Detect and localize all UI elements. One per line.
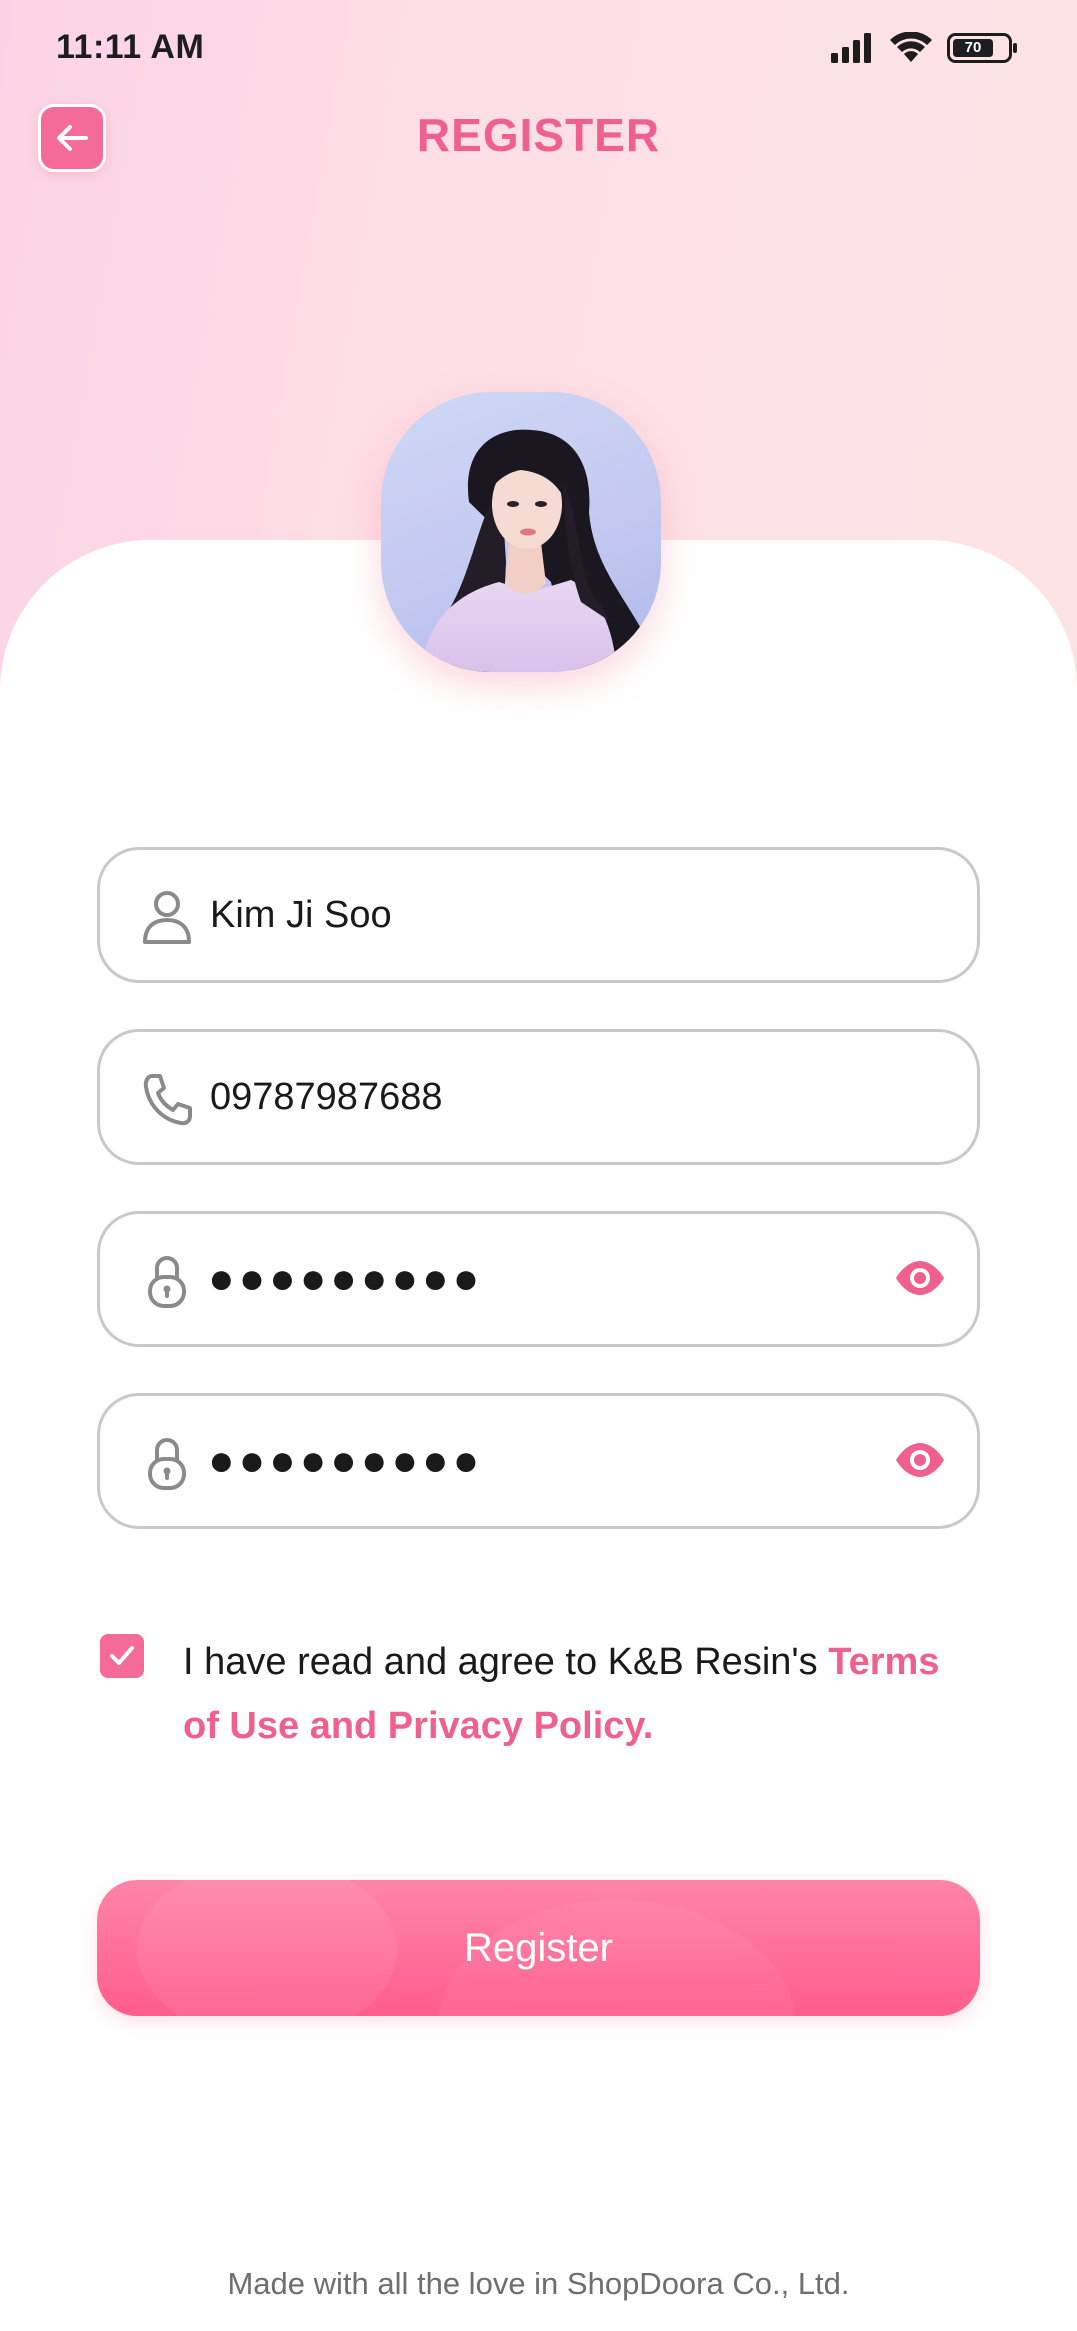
- page-title: REGISTER: [416, 109, 661, 161]
- agreement-text: I have read and agree to K&B Resin's Ter…: [183, 1630, 983, 1758]
- lock-icon: [148, 1256, 186, 1308]
- footer-text: Made with all the love in ShopDoora Co.,…: [227, 2266, 850, 2301]
- register-button[interactable]: Register: [97, 1880, 980, 2016]
- eye-icon[interactable]: [893, 1440, 947, 1480]
- confirm-password-input[interactable]: ●●●●●●●●●: [208, 1396, 483, 1526]
- confirm-password-field[interactable]: ●●●●●●●●●: [97, 1393, 980, 1529]
- agreement-label: I have read and agree to K&B Resin's: [183, 1641, 829, 1683]
- signal-icon: [831, 33, 871, 63]
- password-input[interactable]: ●●●●●●●●●: [208, 1214, 483, 1344]
- phone-input[interactable]: 09787987688: [210, 1032, 442, 1162]
- user-icon: [143, 891, 191, 944]
- status-bar: 11:11 AM 70: [0, 0, 1077, 96]
- name-field[interactable]: Kim Ji Soo: [97, 847, 980, 983]
- password-field[interactable]: ●●●●●●●●●: [97, 1211, 980, 1347]
- battery-level: 70: [964, 39, 982, 56]
- eye-icon[interactable]: [893, 1258, 947, 1298]
- phone-icon: [143, 1074, 192, 1126]
- agreement-checkbox[interactable]: [100, 1634, 144, 1678]
- avatar[interactable]: [381, 392, 661, 672]
- phone-field[interactable]: 09787987688: [97, 1029, 980, 1165]
- lock-icon: [148, 1438, 186, 1490]
- name-input[interactable]: Kim Ji Soo: [210, 850, 392, 980]
- wifi-icon: [890, 32, 932, 62]
- status-time: 11:11 AM: [56, 28, 205, 66]
- status-icons: 70: [831, 28, 1019, 68]
- avatar-photo: [421, 429, 643, 672]
- register-button-label: Register: [464, 1926, 613, 1970]
- checkmark-icon: [110, 1646, 134, 1665]
- battery-icon: 70: [947, 33, 1019, 63]
